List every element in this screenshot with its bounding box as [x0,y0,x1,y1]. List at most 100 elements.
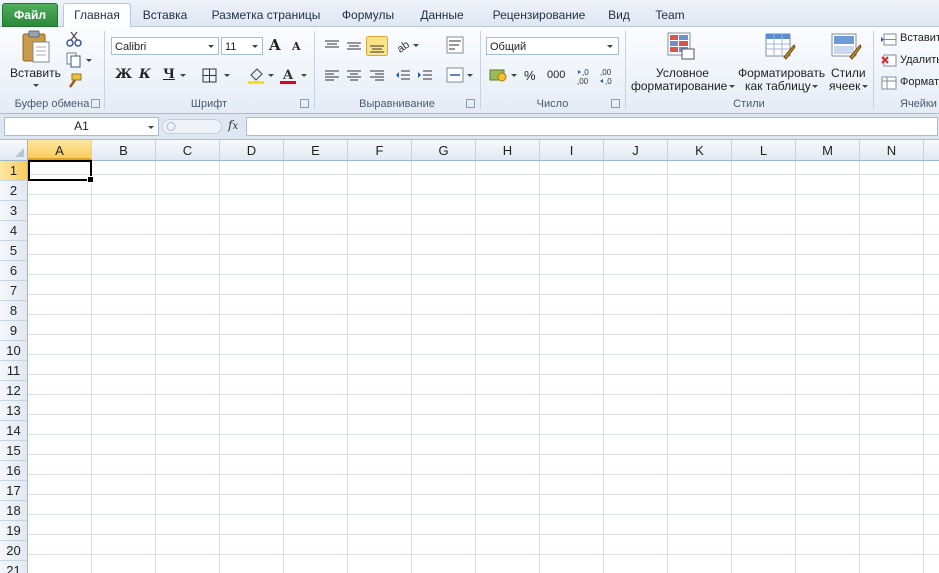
column-header-h[interactable]: H [476,140,540,160]
row-header-13[interactable]: 13 [0,401,27,421]
copy-dropdown-icon[interactable] [86,59,92,62]
shrink-font-button[interactable]: A [292,40,301,53]
active-cell-cursor[interactable] [28,160,94,183]
font-size-dropdown-icon[interactable] [252,45,258,48]
decrease-decimal-icon[interactable]: ,00,0 [599,67,619,85]
paste-dropdown-icon[interactable] [33,84,39,87]
row-header-3[interactable]: 3 [0,201,27,221]
column-header-f[interactable]: F [348,140,412,160]
row-header-19[interactable]: 19 [0,521,27,541]
thousands-button[interactable]: 000 [547,69,565,81]
tab-formulas[interactable]: Формулы [335,5,401,25]
conditional-formatting-icon[interactable] [666,31,696,61]
row-header-18[interactable]: 18 [0,501,27,521]
tab-view[interactable]: Вид [600,5,638,25]
borders-dropdown-icon[interactable] [224,74,230,77]
row-header-15[interactable]: 15 [0,441,27,461]
row-header-14[interactable]: 14 [0,421,27,441]
row-header-9[interactable]: 9 [0,321,27,341]
font-color-dropdown-icon[interactable] [301,74,307,77]
conditional-formatting-label-1[interactable]: Условное [656,66,709,80]
insert-cells-button[interactable]: Вставить [900,32,939,44]
row-header-2[interactable]: 2 [0,181,27,201]
orientation-icon[interactable]: ab [395,37,413,53]
grow-font-button[interactable]: A [269,36,281,54]
delete-cells-button[interactable]: Удалить [900,54,939,66]
cell-styles-icon[interactable] [830,31,862,61]
bold-button[interactable]: Ж [115,67,132,82]
number-format-dropdown-icon[interactable] [607,45,613,48]
increase-indent-icon[interactable] [417,69,433,83]
column-header-g[interactable]: G [412,140,476,160]
tab-home[interactable]: Главная [63,3,131,28]
format-as-table-label-1[interactable]: Форматировать [738,66,825,80]
column-header-m[interactable]: M [796,140,860,160]
decrease-indent-icon[interactable] [395,69,411,83]
row-header-12[interactable]: 12 [0,381,27,401]
column-header-c[interactable]: C [156,140,220,160]
font-name-combo[interactable]: Calibri [111,37,219,55]
orientation-dropdown-icon[interactable] [413,44,419,47]
borders-icon[interactable] [202,68,217,83]
align-right-icon[interactable] [369,69,385,83]
format-as-table-icon[interactable] [764,31,796,61]
align-middle-icon[interactable] [346,39,362,53]
insert-cells-icon[interactable] [881,33,897,47]
tab-review[interactable]: Рецензирование [482,5,596,25]
wrap-text-icon[interactable] [446,36,464,54]
align-center-icon[interactable] [346,69,362,83]
row-header-16[interactable]: 16 [0,461,27,481]
currency-dropdown-icon[interactable] [511,74,517,77]
column-header-k[interactable]: K [668,140,732,160]
cell-styles-dropdown-icon[interactable] [862,85,868,88]
column-header-a[interactable]: A [28,140,92,160]
column-header-l[interactable]: L [732,140,796,160]
delete-cells-icon[interactable] [881,54,897,68]
format-cells-button[interactable]: Формат [900,76,939,88]
align-bottom-icon[interactable] [366,36,388,56]
row-header-1[interactable]: 1 [0,161,27,181]
number-format-combo[interactable]: Общий [486,37,619,55]
fill-color-icon[interactable] [247,66,265,84]
align-top-icon[interactable] [324,39,340,53]
tab-insert[interactable]: Вставка [137,5,193,25]
column-header-b[interactable]: B [92,140,156,160]
cell-area[interactable] [28,161,939,573]
column-header-n[interactable]: N [860,140,924,160]
row-header-20[interactable]: 20 [0,541,27,561]
percent-button[interactable]: % [524,68,536,83]
merge-dropdown-icon[interactable] [467,74,473,77]
row-header-17[interactable]: 17 [0,481,27,501]
merge-center-icon[interactable] [446,67,464,83]
select-all-button[interactable] [0,140,28,160]
currency-format-icon[interactable] [489,67,509,83]
format-as-table-dropdown-icon[interactable] [812,85,818,88]
row-header-21[interactable]: 21 [0,561,27,573]
formula-bar-resize-handle[interactable] [162,119,222,134]
row-header-5[interactable]: 5 [0,241,27,261]
font-name-dropdown-icon[interactable] [208,45,214,48]
copy-icon[interactable] [66,52,82,68]
fill-color-dropdown-icon[interactable] [268,74,274,77]
formula-input[interactable] [246,117,938,136]
font-launcher-icon[interactable] [300,99,309,108]
tab-team[interactable]: Team [647,5,693,25]
row-header-10[interactable]: 10 [0,341,27,361]
name-box[interactable]: A1 [4,117,159,136]
row-header-11[interactable]: 11 [0,361,27,381]
font-color-icon[interactable]: A [279,66,297,84]
row-header-6[interactable]: 6 [0,261,27,281]
font-size-combo[interactable]: 11 [221,37,263,55]
paste-button[interactable]: Вставить [10,66,61,80]
insert-function-icon[interactable]: fx [228,118,238,132]
underline-dropdown-icon[interactable] [180,74,186,77]
clipboard-launcher-icon[interactable] [91,99,100,108]
number-launcher-icon[interactable] [611,99,620,108]
column-header-d[interactable]: D [220,140,284,160]
cell-styles-label-2[interactable]: ячеек [829,79,860,93]
conditional-formatting-dropdown-icon[interactable] [729,85,735,88]
paste-icon[interactable] [20,30,52,64]
column-header-e[interactable]: E [284,140,348,160]
tab-file[interactable]: Файл [2,3,58,27]
row-header-7[interactable]: 7 [0,281,27,301]
